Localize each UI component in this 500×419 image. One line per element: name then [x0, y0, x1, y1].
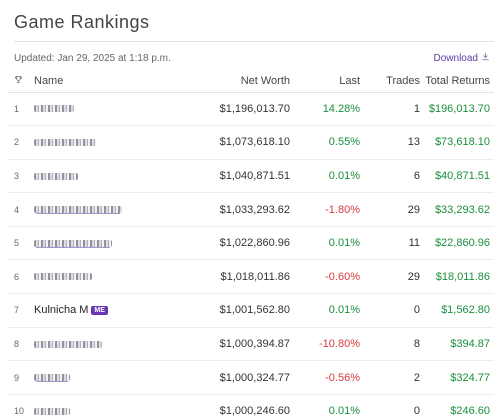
total-returns: $394.87: [420, 327, 494, 362]
rank: 3: [8, 159, 32, 194]
net-worth: $1,000,394.87: [172, 327, 290, 362]
trades-count: 29: [360, 192, 420, 227]
trades-count: 29: [360, 259, 420, 295]
player-name-redacted[interactable]: [32, 226, 172, 261]
column-header-trades[interactable]: Trades: [360, 70, 420, 93]
column-header-total-returns[interactable]: Total Returns: [420, 70, 494, 93]
redacted-name-blur: [34, 206, 122, 214]
net-worth: $1,073,618.10: [172, 125, 290, 160]
trades-count: 2: [360, 360, 420, 395]
player-name-redacted[interactable]: [32, 192, 172, 227]
player-name[interactable]: Kulnicha M: [34, 304, 88, 316]
last-change: 0.01%: [290, 159, 360, 194]
updated-timestamp: Updated: Jan 29, 2025 at 1:18 p.m.: [14, 53, 171, 64]
net-worth: $1,040,871.51: [172, 159, 290, 194]
download-label: Download: [433, 52, 478, 64]
table-row[interactable]: 9 $1,000,324.77 -0.56% 2 $324.77: [8, 360, 494, 395]
redacted-name-blur: [34, 374, 70, 382]
total-returns: $40,871.51: [420, 159, 494, 194]
rank: 5: [8, 226, 32, 261]
player-name-redacted[interactable]: [32, 92, 172, 127]
redacted-name-blur: [34, 407, 70, 415]
last-change: -1.80%: [290, 192, 360, 227]
last-change: 0.01%: [328, 405, 360, 418]
redacted-name-blur: [34, 172, 78, 180]
total-returns: $196,013.70: [420, 92, 494, 127]
redacted-name-blur: [34, 138, 96, 146]
rank: 6: [8, 259, 32, 295]
table-row[interactable]: 10 $1,000,246.60 0.01% 0 $246.60: [8, 394, 494, 419]
table-row[interactable]: 8 $1,000,394.87 -10.80% 8 $394.87: [8, 327, 494, 362]
player-name-redacted[interactable]: [32, 259, 172, 295]
trades-count: 8: [360, 327, 420, 362]
table-header-row: Name Net Worth Last Trades Total Returns: [8, 70, 494, 93]
title-divider: [14, 41, 494, 42]
last-change: 0.01%: [290, 226, 360, 261]
last-change: 0.01%: [290, 293, 360, 328]
player-name-redacted[interactable]: [32, 159, 172, 194]
rankings-table: Name Net Worth Last Trades Total Returns…: [8, 70, 494, 419]
download-icon: [481, 52, 490, 64]
table-row[interactable]: 5 $1,022,860.96 0.01% 11 $22,860.96: [8, 226, 494, 261]
last-change: -0.56%: [290, 360, 360, 395]
redacted-name-blur: [34, 273, 92, 281]
total-returns: $324.77: [420, 360, 494, 395]
net-worth: $1,000,246.60: [219, 405, 290, 418]
table-row[interactable]: 6 $1,018,011.86 -0.60% 29 $18,011.86: [8, 259, 494, 295]
total-returns: $73,618.10: [420, 125, 494, 160]
table-row[interactable]: 7 Kulnicha M ME $1,001,562.80 0.01% 0 $1,562.8…: [8, 293, 494, 328]
last-change: -0.60%: [290, 259, 360, 295]
rank: 8: [8, 327, 32, 362]
player-name-cell[interactable]: Kulnicha M ME: [32, 293, 172, 328]
last-change: 14.28%: [290, 92, 360, 127]
net-worth: $1,001,562.80: [172, 293, 290, 328]
player-name-redacted[interactable]: [32, 394, 172, 419]
redacted-name-blur: [34, 105, 74, 113]
net-worth: $1,000,324.77: [172, 360, 290, 395]
table-row[interactable]: 3 $1,040,871.51 0.01% 6 $40,871.51: [8, 159, 494, 194]
column-header-name[interactable]: Name: [32, 70, 172, 93]
trades-count: 6: [360, 159, 420, 194]
rank: 9: [8, 360, 32, 395]
total-returns: $18,011.86: [420, 259, 494, 295]
rank: 10: [14, 406, 25, 417]
trades-count: 11: [360, 226, 420, 261]
total-returns: $33,293.62: [420, 192, 494, 227]
net-worth: $1,018,011.86: [172, 259, 290, 295]
player-name-redacted[interactable]: [32, 327, 172, 362]
trades-count: 0: [360, 293, 420, 328]
rank: 7: [8, 293, 32, 328]
player-name-redacted[interactable]: [32, 360, 172, 395]
trades-count: 13: [360, 125, 420, 160]
table-row[interactable]: 1 $1,196,013.70 14.28% 1 $196,013.70: [8, 92, 494, 127]
me-badge: ME: [91, 306, 108, 316]
page-title: Game Rankings: [14, 12, 150, 32]
redacted-name-blur: [34, 239, 112, 247]
download-button[interactable]: Download: [434, 52, 490, 64]
table-row[interactable]: 4 $1,033,293.62 -1.80% 29 $33,293.62: [8, 192, 494, 227]
column-header-net-worth[interactable]: Net Worth: [172, 70, 290, 93]
table-row[interactable]: 2 $1,073,618.10 0.55% 13 $73,618.10: [8, 125, 494, 160]
net-worth: $1,033,293.62: [172, 192, 290, 227]
trades-count: 0: [413, 405, 420, 418]
last-change: -10.80%: [290, 327, 360, 362]
rank: 2: [8, 125, 32, 160]
net-worth: $1,022,860.96: [172, 226, 290, 261]
net-worth: $1,196,013.70: [172, 92, 290, 127]
rank: 1: [8, 92, 32, 127]
total-returns: $1,562.80: [420, 293, 494, 328]
last-change: 0.55%: [290, 125, 360, 160]
trades-count: 1: [360, 92, 420, 127]
trophy-icon: [8, 70, 32, 93]
rank: 4: [8, 192, 32, 227]
player-name-redacted[interactable]: [32, 125, 172, 160]
total-returns: $22,860.96: [420, 226, 494, 261]
column-header-last[interactable]: Last: [290, 70, 360, 93]
redacted-name-blur: [34, 340, 102, 348]
total-returns: $246.60: [450, 405, 490, 418]
